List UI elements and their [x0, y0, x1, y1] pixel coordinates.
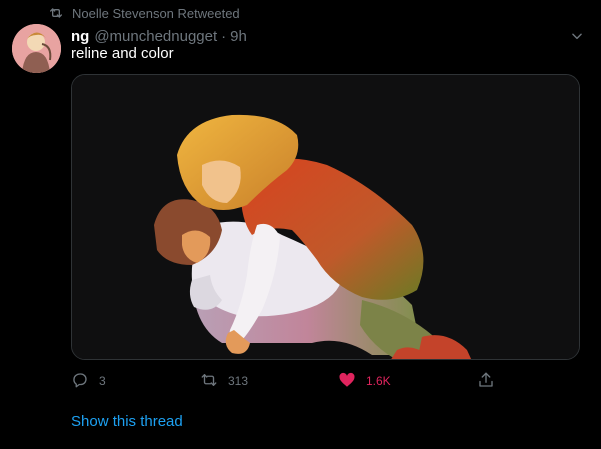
tweet-media-image[interactable] [71, 74, 580, 360]
share-button[interactable] [477, 370, 495, 392]
retweet-context[interactable]: Noelle Stevenson Retweeted [48, 4, 240, 22]
retweet-context-icon [48, 5, 64, 24]
chevron-down-icon[interactable] [567, 26, 587, 46]
reply-icon [71, 371, 89, 392]
share-icon [477, 371, 495, 392]
retweet-icon [200, 371, 218, 392]
like-count: 1.6K [366, 374, 391, 388]
reply-count: 3 [99, 374, 106, 388]
timestamp[interactable]: 9h [230, 28, 247, 45]
reply-button[interactable]: 3 [71, 370, 106, 392]
tweet-header: ng @munchednugget · 9h [71, 26, 577, 46]
like-button[interactable]: 1.6K [338, 370, 391, 392]
tweet-text: reline and color [71, 45, 174, 62]
user-handle[interactable]: @munchednugget [94, 28, 217, 45]
show-thread-link[interactable]: Show this thread [71, 413, 183, 430]
display-name[interactable]: ng [71, 28, 89, 45]
separator-dot: · [221, 27, 227, 45]
retweeted-by-label[interactable]: Noelle Stevenson Retweeted [72, 6, 240, 21]
avatar[interactable] [12, 24, 61, 73]
tweet-actions: 3 313 1.6K [71, 370, 511, 392]
retweet-count: 313 [228, 374, 249, 388]
retweet-button[interactable]: 313 [200, 370, 248, 392]
heart-icon [338, 371, 356, 392]
